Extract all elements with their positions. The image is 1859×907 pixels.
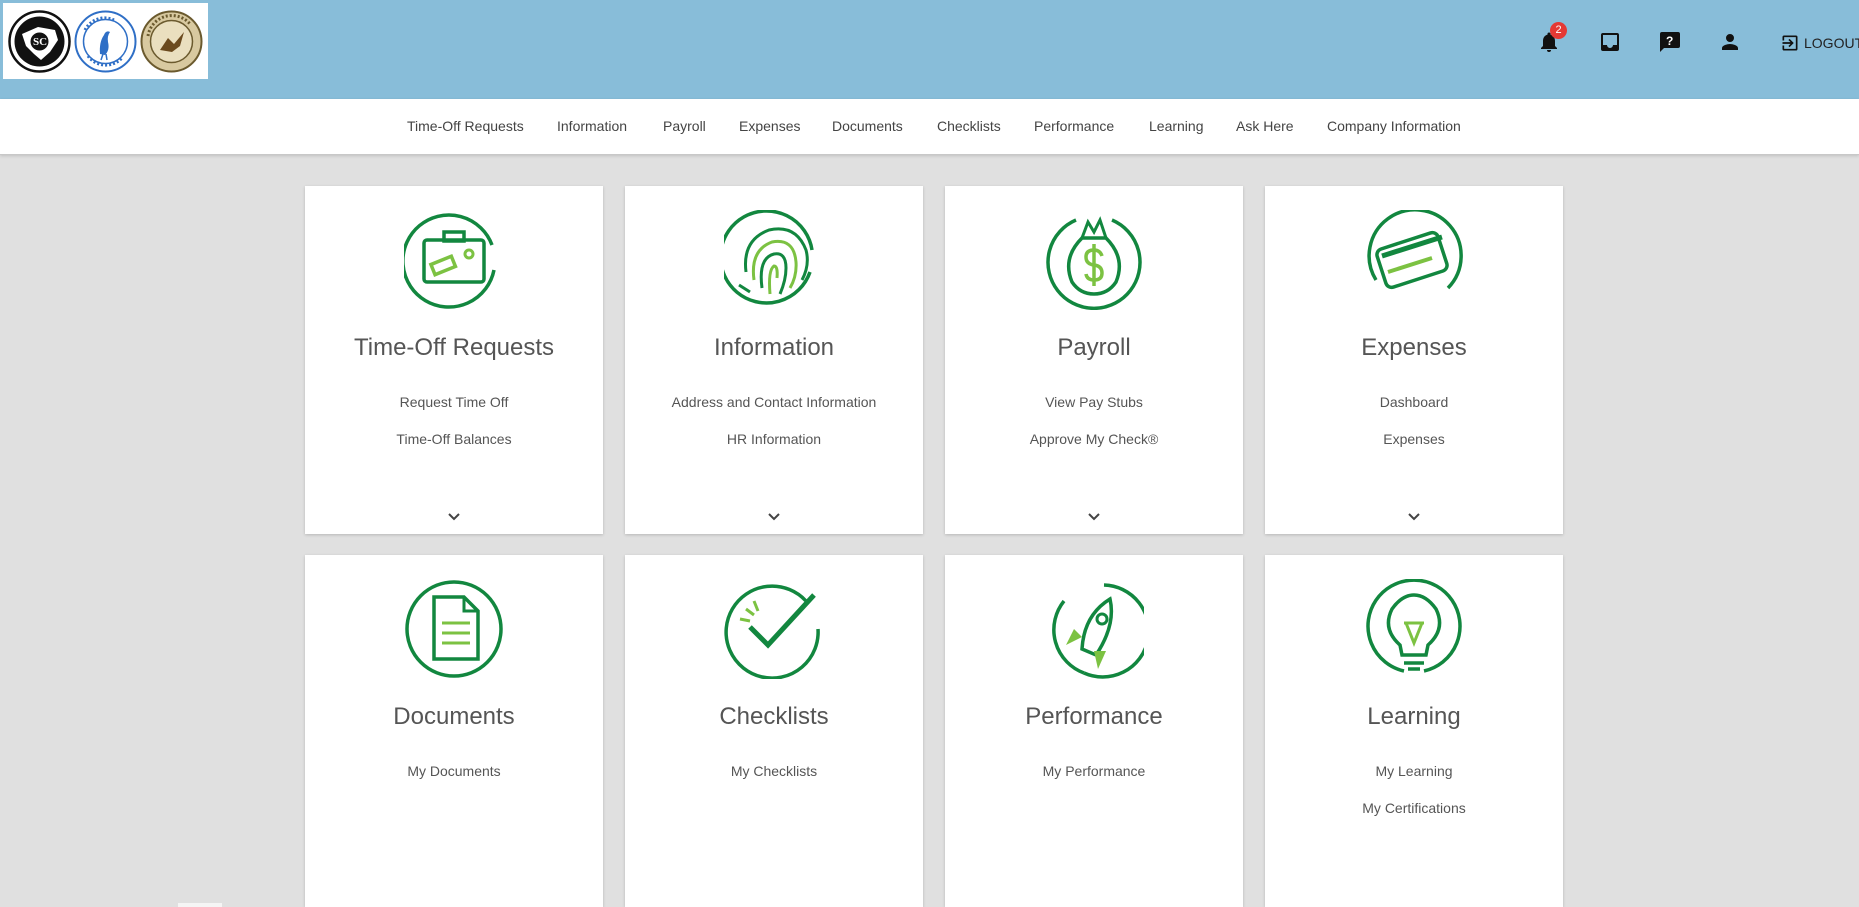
virtual-academy-seal bbox=[140, 10, 203, 73]
my-performance-link[interactable]: My Performance bbox=[945, 763, 1243, 779]
nav-learning[interactable]: Learning bbox=[1149, 118, 1204, 134]
inbox-button[interactable] bbox=[1594, 26, 1626, 58]
chevron-down-icon[interactable] bbox=[1406, 508, 1422, 524]
logout-label: LOGOUT bbox=[1804, 35, 1859, 51]
address-contact-information-link[interactable]: Address and Contact Information bbox=[625, 394, 923, 410]
card-title: Performance bbox=[1025, 703, 1163, 730]
help-chat-icon: ? bbox=[1660, 32, 1680, 52]
time-off-balances-link[interactable]: Time-Off Balances bbox=[305, 431, 603, 447]
inbox-icon bbox=[1601, 33, 1619, 51]
main-nav: Time-Off Requests Information Payroll Ex… bbox=[0, 99, 1859, 155]
card-checklists: Checklists My Checklists bbox=[625, 555, 923, 907]
nav-performance[interactable]: Performance bbox=[1034, 118, 1114, 134]
card-documents: Documents My Documents bbox=[305, 555, 603, 907]
scroll-indicator bbox=[178, 903, 222, 907]
svg-text:SC: SC bbox=[33, 36, 47, 48]
card-title: Time-Off Requests bbox=[353, 334, 555, 361]
svg-text:?: ? bbox=[1666, 34, 1673, 48]
nav-ask-here[interactable]: Ask Here bbox=[1236, 118, 1294, 134]
checkmark-icon bbox=[724, 579, 824, 679]
approve-my-check-link[interactable]: Approve My Check® bbox=[945, 431, 1243, 447]
timeoff-ticket-icon bbox=[404, 210, 504, 310]
card-information: Information Address and Contact Informat… bbox=[625, 186, 923, 534]
expenses-link[interactable]: Expenses bbox=[1265, 431, 1563, 447]
card-title: Information bbox=[713, 334, 835, 361]
nav-expenses[interactable]: Expenses bbox=[739, 118, 800, 134]
nav-documents[interactable]: Documents bbox=[832, 118, 903, 134]
nav-checklists[interactable]: Checklists bbox=[937, 118, 1001, 134]
card-performance: Performance My Performance bbox=[945, 555, 1243, 907]
lightbulb-icon bbox=[1364, 579, 1464, 679]
nav-time-off-requests[interactable]: Time-Off Requests bbox=[407, 118, 524, 134]
notifications-button[interactable]: 2 bbox=[1533, 22, 1567, 58]
my-documents-link[interactable]: My Documents bbox=[305, 763, 603, 779]
nav-information[interactable]: Information bbox=[557, 118, 627, 134]
card-title: Documents bbox=[393, 703, 515, 730]
south-carolina-seal: SC bbox=[8, 9, 71, 73]
nav-payroll[interactable]: Payroll bbox=[663, 118, 706, 134]
card-title: Payroll bbox=[1057, 334, 1131, 361]
logout-button[interactable]: LOGOUT bbox=[1780, 30, 1859, 56]
my-certifications-link[interactable]: My Certifications bbox=[1265, 800, 1563, 816]
person-icon bbox=[1722, 34, 1738, 50]
card-payroll: Payroll View Pay Stubs Approve My Check® bbox=[945, 186, 1243, 534]
credit-card-icon bbox=[1364, 210, 1464, 310]
card-time-off-requests: Time-Off Requests Request Time Off Time-… bbox=[305, 186, 603, 534]
dashboard-link[interactable]: Dashboard bbox=[1265, 394, 1563, 410]
nav-company-information[interactable]: Company Information bbox=[1327, 118, 1461, 134]
chevron-down-icon[interactable] bbox=[1086, 508, 1102, 524]
my-checklists-link[interactable]: My Checklists bbox=[625, 763, 923, 779]
chevron-down-icon[interactable] bbox=[446, 508, 462, 524]
cyber-academy-seal bbox=[74, 10, 137, 73]
card-learning: Learning My Learning My Certifications bbox=[1265, 555, 1563, 907]
chevron-down-icon[interactable] bbox=[766, 508, 782, 524]
hr-information-link[interactable]: HR Information bbox=[625, 431, 923, 447]
rocket-icon bbox=[1044, 579, 1144, 679]
top-bar: SC 2 ? LOGOUT bbox=[0, 0, 1859, 99]
logo-group[interactable]: SC bbox=[3, 3, 208, 79]
card-title: Learning bbox=[1367, 703, 1461, 730]
document-icon bbox=[404, 579, 504, 679]
card-title: Expenses bbox=[1361, 334, 1467, 361]
money-bag-icon bbox=[1044, 210, 1144, 310]
my-learning-link[interactable]: My Learning bbox=[1265, 763, 1563, 779]
notification-count-badge: 2 bbox=[1550, 22, 1567, 39]
view-pay-stubs-link[interactable]: View Pay Stubs bbox=[945, 394, 1243, 410]
profile-button[interactable] bbox=[1714, 26, 1746, 58]
logout-icon bbox=[1782, 35, 1798, 51]
help-button[interactable]: ? bbox=[1654, 26, 1686, 58]
request-time-off-link[interactable]: Request Time Off bbox=[305, 394, 603, 410]
card-expenses: Expenses Dashboard Expenses bbox=[1265, 186, 1563, 534]
card-title: Checklists bbox=[719, 703, 829, 730]
fingerprint-icon bbox=[724, 210, 824, 310]
